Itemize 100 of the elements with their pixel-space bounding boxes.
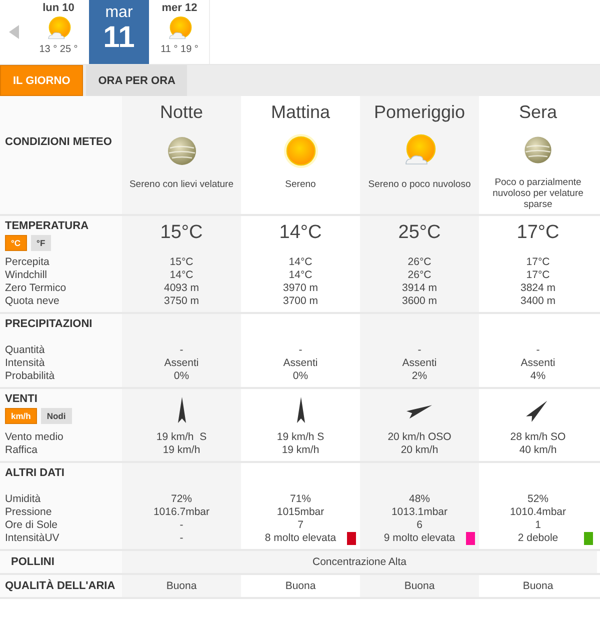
day-label: lun 10 xyxy=(42,2,74,14)
data-value: 4% xyxy=(529,370,547,383)
data-value: - xyxy=(178,344,184,357)
data-value: 14°C xyxy=(288,256,314,269)
data-value: 52% xyxy=(526,493,550,506)
row-label: Probabilità xyxy=(5,370,56,383)
section-title: VENTI xyxy=(5,393,38,405)
section-title: ALTRI DATI xyxy=(5,467,66,479)
data-value: 15°C xyxy=(168,256,194,269)
data-value: 71% xyxy=(288,493,312,506)
row-label: Ore di Sole xyxy=(5,519,59,532)
data-value: 20 km/h OSO xyxy=(386,431,452,444)
data-value: 1015mbar xyxy=(276,506,326,519)
data-value: 3824 m xyxy=(519,282,557,295)
uv-value: 2 debole xyxy=(518,532,558,544)
data-value: 3600 m xyxy=(400,295,438,308)
data-value: 3700 m xyxy=(282,295,320,308)
data-value: - xyxy=(178,519,184,532)
data-value: 0% xyxy=(292,370,310,383)
data-value: 14°C xyxy=(168,269,194,282)
row-label: Umidità xyxy=(5,493,42,506)
data-value: - xyxy=(298,344,304,357)
day-label: mer 12 xyxy=(162,2,198,14)
data-value: 6 xyxy=(416,519,424,532)
temperature-value: 25°C xyxy=(398,221,441,244)
wind-arrow-icon xyxy=(296,397,304,423)
air-quality-value: Buona xyxy=(522,580,554,592)
row-label: Zero Termico xyxy=(5,282,68,295)
data-value: 3914 m xyxy=(400,282,438,295)
row-label: Quantità xyxy=(5,344,46,357)
data-value: 1016.7mbar xyxy=(152,506,211,519)
data-value: Assenti xyxy=(282,357,319,370)
condition-text: Sereno xyxy=(285,179,316,190)
data-value: 3400 m xyxy=(519,295,557,308)
section-title: CONDIZIONI METEO xyxy=(5,136,112,148)
data-value: 17°C xyxy=(525,256,551,269)
pollen-value: Concentrazione Alta xyxy=(312,556,406,568)
unit-toggle[interactable]: °F xyxy=(30,235,52,251)
data-value: 7 xyxy=(296,519,304,532)
data-value: - xyxy=(416,344,422,357)
previous-arrow-icon[interactable] xyxy=(9,25,19,39)
row-label: Intensità xyxy=(5,357,46,370)
data-value: 0% xyxy=(172,370,190,383)
view-tab[interactable]: ORA PER ORA xyxy=(86,65,188,96)
period-name: Mattina xyxy=(270,102,330,123)
temperature-value: 15°C xyxy=(160,221,203,244)
data-value: 20 km/h xyxy=(400,444,440,457)
data-value: 28 km/h SO xyxy=(509,431,567,444)
row-label: Raffica xyxy=(5,444,38,457)
temperature-value: 17°C xyxy=(516,221,560,244)
data-value: 26°C xyxy=(406,269,432,282)
data-value: 1010.4mbar xyxy=(508,506,568,519)
condition-text: Sereno con lievi velature xyxy=(129,179,234,190)
data-value: 2% xyxy=(410,370,428,383)
uv-value: - xyxy=(180,532,184,544)
period-name: Sera xyxy=(518,102,558,123)
row-label: Vento medio xyxy=(5,431,64,444)
section-title: POLLINI xyxy=(10,556,56,568)
condition-text: Sereno o poco nuvoloso xyxy=(368,179,471,190)
section-title: TEMPERATURA xyxy=(5,220,90,232)
day-tab[interactable]: mer 12 11 ° 19 ° xyxy=(150,0,210,64)
data-value: 72% xyxy=(170,493,193,506)
uv-value: 9 molto elevata xyxy=(384,532,456,544)
day-tab[interactable]: mar 11 xyxy=(89,0,149,64)
day-tab[interactable]: lun 10 13 ° 25 ° xyxy=(29,0,88,64)
row-label: IntensitàUV xyxy=(5,532,60,545)
data-value: 1013.1mbar xyxy=(390,506,449,519)
data-value: 4093 m xyxy=(162,282,200,295)
air-quality-value: Buona xyxy=(166,580,197,592)
temperature-range: 11 ° 19 ° xyxy=(160,44,198,55)
data-value: 3970 m xyxy=(282,282,320,295)
temperature-range: 13 ° 25 ° xyxy=(39,44,78,55)
data-value: 14°C xyxy=(288,269,314,282)
temperature-value: 14°C xyxy=(279,221,322,244)
data-value: 19 km/h S xyxy=(155,431,208,444)
day-number: 11 xyxy=(103,22,135,54)
section-title: QUALITÀ DELL'ARIA xyxy=(5,580,116,592)
data-value: 19 km/h S xyxy=(276,431,326,444)
data-value: 1 xyxy=(534,519,542,532)
day-label: mar xyxy=(105,4,133,22)
data-value: - xyxy=(535,344,541,357)
air-quality-value: Buona xyxy=(404,580,435,592)
data-value: 17°C xyxy=(525,269,551,282)
data-value: 40 km/h xyxy=(518,444,558,457)
data-value: 3750 m xyxy=(162,295,200,308)
row-label: Percepita xyxy=(5,256,50,269)
unit-toggle[interactable]: Nodi xyxy=(40,408,72,424)
data-value: Assenti xyxy=(163,357,200,370)
data-value: 19 km/h xyxy=(280,444,320,457)
period-name: Pomeriggio xyxy=(374,102,466,123)
data-value: 26°C xyxy=(406,256,432,269)
data-value: Assenti xyxy=(520,357,556,370)
row-label: Quota neve xyxy=(5,295,60,308)
wind-arrow-icon xyxy=(178,397,186,423)
air-quality-value: Buona xyxy=(285,580,316,592)
condition-text: Poco o parzialmente nuvoloso per velature sparse xyxy=(492,177,584,210)
data-value: Assenti xyxy=(401,357,438,370)
row-label: Windchill xyxy=(5,269,48,282)
data-value: 19 km/h xyxy=(162,444,202,457)
row-label: Pressione xyxy=(5,506,53,519)
